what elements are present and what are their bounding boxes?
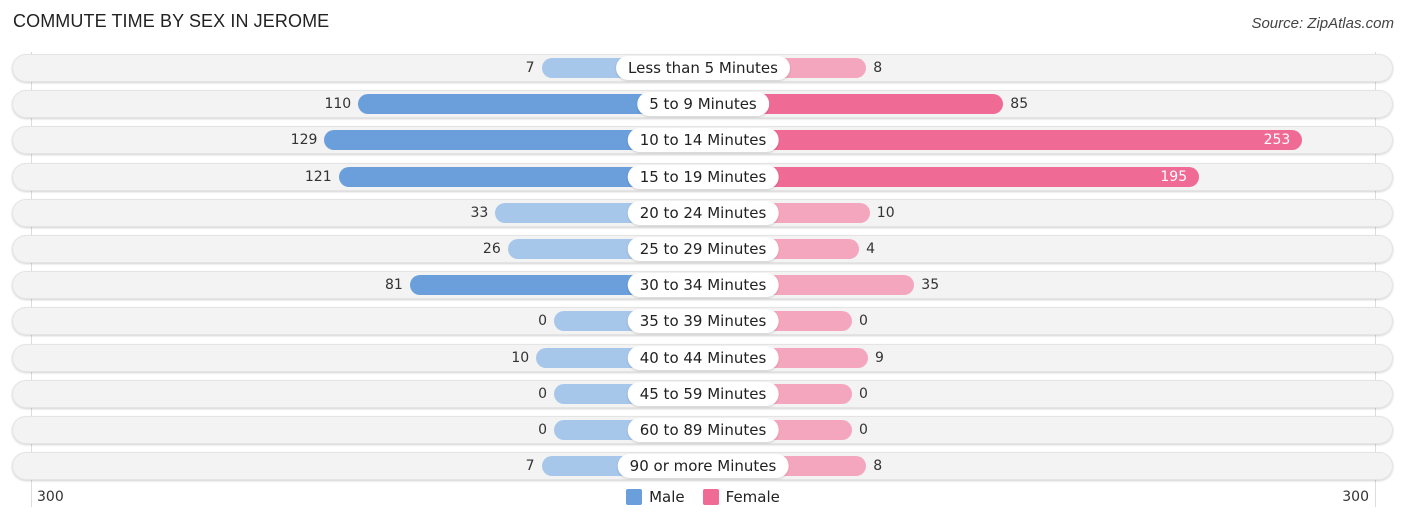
value-label-male: 0: [538, 385, 547, 402]
category-label: 25 to 29 Minutes: [627, 237, 779, 261]
value-label-male: 110: [324, 96, 352, 113]
legend: Male Female: [0, 488, 1406, 506]
legend-swatch-female: [702, 489, 719, 505]
value-label-female: 8: [873, 458, 883, 475]
bar-female[interactable]: [703, 130, 1303, 151]
value-label-male: 33: [470, 204, 489, 221]
value-label-male: 7: [525, 458, 535, 475]
category-label: 35 to 39 Minutes: [627, 309, 779, 334]
value-label-male: 0: [538, 313, 547, 330]
value-label-female: 253: [1263, 132, 1291, 149]
value-label-male: 121: [304, 168, 332, 185]
category-label: 60 to 89 Minutes: [627, 418, 779, 442]
category-label: 15 to 19 Minutes: [627, 164, 779, 189]
category-label: 30 to 34 Minutes: [627, 273, 779, 298]
value-label-male: 7: [525, 60, 535, 76]
value-label-female: 0: [859, 422, 868, 438]
value-label-male: 129: [290, 132, 318, 149]
legend-item-female[interactable]: Female: [702, 488, 780, 506]
chart-title: COMMUTE TIME BY SEX IN JEROME: [13, 11, 330, 31]
source-credit: Source: ZipAtlas.com: [1251, 15, 1394, 32]
value-label-female: 0: [859, 385, 868, 402]
legend-label-female: Female: [725, 488, 780, 506]
value-label-female: 85: [1010, 96, 1029, 113]
value-label-male: 10: [511, 349, 530, 366]
value-label-female: 8: [873, 60, 883, 76]
category-label: 90 or more Minutes: [617, 454, 789, 479]
value-label-female: 0: [859, 313, 868, 330]
category-label: 5 to 9 Minutes: [637, 92, 769, 117]
category-label: Less than 5 Minutes: [616, 56, 790, 80]
legend-label-male: Male: [649, 488, 685, 506]
value-label-female: 195: [1160, 168, 1188, 185]
value-label-female: 9: [875, 349, 884, 366]
category-label: 10 to 14 Minutes: [627, 128, 779, 153]
value-label-female: 10: [876, 204, 895, 221]
value-label-male: 0: [538, 422, 547, 438]
category-label: 45 to 59 Minutes: [627, 381, 779, 406]
value-label-male: 26: [482, 241, 501, 257]
legend-swatch-male: [626, 489, 643, 505]
value-label-female: 35: [921, 277, 940, 294]
value-label-female: 4: [866, 241, 876, 257]
value-label-male: 81: [385, 277, 403, 294]
category-label: 40 to 44 Minutes: [627, 345, 779, 370]
category-label: 20 to 24 Minutes: [627, 200, 779, 225]
legend-item-male[interactable]: Male: [626, 488, 685, 506]
